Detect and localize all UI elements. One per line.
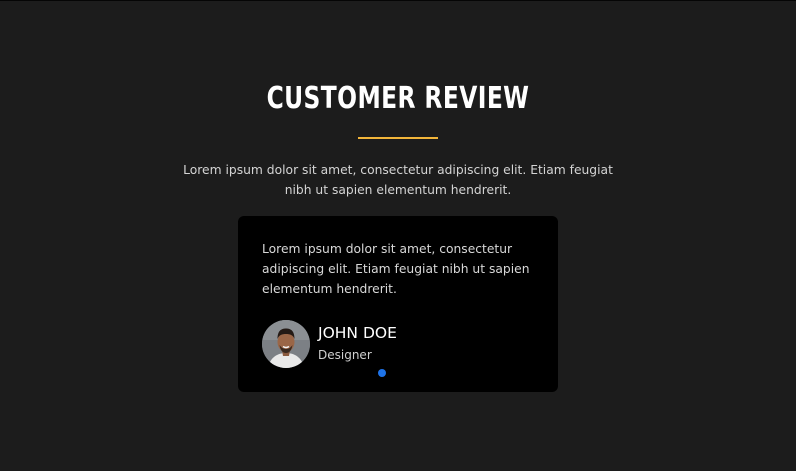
testimonial-quote: Lorem ipsum dolor sit amet, consectetur … — [262, 242, 530, 296]
avatar — [262, 320, 310, 368]
person-photo-icon — [262, 320, 310, 368]
customer-review-section: CUSTOMER REVIEW Lorem ipsum dolor sit am… — [0, 0, 796, 471]
section-intro-text: Lorem ipsum dolor sit amet, consectetur … — [183, 163, 613, 197]
reviewer-name: JOHN DOE — [318, 324, 397, 342]
section-title: CUSTOMER REVIEW — [266, 81, 530, 116]
testimonial-card: Lorem ipsum dolor sit amet, consectetur … — [238, 216, 558, 392]
carousel-dot-active[interactable] — [378, 369, 386, 377]
title-underline-divider — [358, 137, 438, 139]
reviewer-role: Designer — [318, 348, 372, 362]
